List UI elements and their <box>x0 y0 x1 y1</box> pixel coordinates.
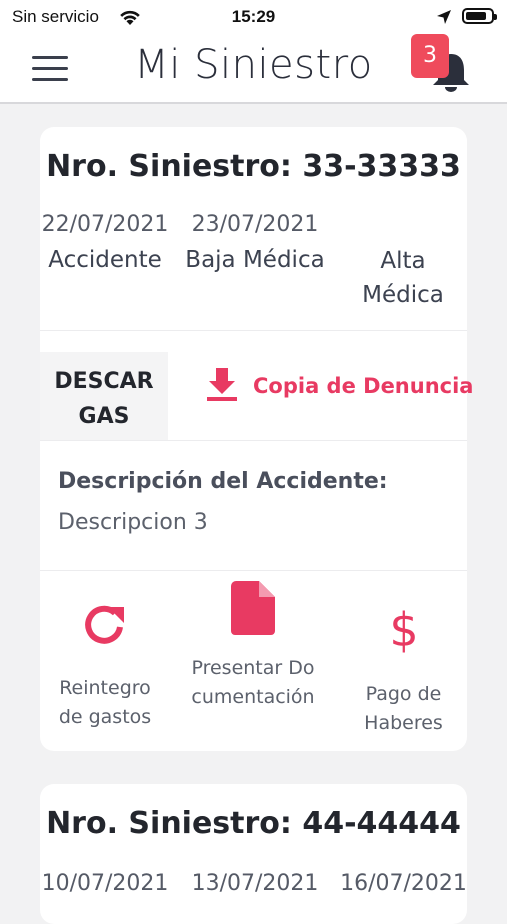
refresh-icon <box>40 603 170 656</box>
clock: 15:29 <box>231 7 276 26</box>
medical-discharge-date: 16/07/2021 <box>340 871 467 896</box>
medical-leave-date-column: 13/07/2021 <box>180 871 330 896</box>
downloads-label: DESCARGAS <box>40 352 168 440</box>
dollar-icon: $ <box>340 603 467 662</box>
downloads-label-text: DESCARGAS <box>54 369 154 429</box>
divider <box>40 440 467 441</box>
svg-text:$: $ <box>389 603 418 653</box>
claim-dates: 22/07/2021 Accidente 23/07/2021 Baja Méd… <box>40 212 467 312</box>
accident-label: Accidente <box>48 247 162 273</box>
claim-card: Nro. Siniestro: 33-33333 22/07/2021 Acci… <box>40 127 473 751</box>
medical-discharge-date <box>340 212 467 238</box>
reimbursement-label: Reintegro de gastos <box>58 677 152 728</box>
download-icon <box>205 366 239 406</box>
submit-documentation-button[interactable]: Presentar Documentación <box>188 581 318 712</box>
accident-date-column: 10/07/2021 <box>40 871 170 896</box>
salary-payment-label: Pago de Haberes <box>364 683 443 734</box>
claim-number: Nro. Siniestro: 44-44444 <box>46 806 461 841</box>
notification-badge[interactable]: 3 <box>411 34 449 78</box>
medical-leave-date: 23/07/2021 <box>191 212 319 237</box>
status-bar: Sin servicio 15:29 <box>0 0 507 34</box>
accident-date: 22/07/2021 <box>41 212 169 237</box>
document-icon <box>188 581 318 644</box>
claim-number: Nro. Siniestro: 33-33333 <box>46 149 461 184</box>
description-text: Descripcion 3 <box>58 510 208 535</box>
description-title: Descripción del Accidente: <box>58 469 388 494</box>
submit-documentation-label: Presentar Documentación <box>191 657 315 708</box>
medical-discharge-label: Alta Médica <box>362 248 444 308</box>
download-complaint-link[interactable]: Copia de Denuncia <box>205 366 473 406</box>
claim-dates: 10/07/2021 13/07/2021 16/07/2021 <box>40 871 467 911</box>
medical-leave-date-column: 23/07/2021 Baja Médica <box>180 212 330 277</box>
downloads-section: DESCARGAS Copia de Denuncia <box>40 332 473 440</box>
medical-discharge-date-column: 16/07/2021 <box>340 871 467 896</box>
divider <box>40 330 467 331</box>
medical-leave-date: 13/07/2021 <box>191 871 319 896</box>
divider <box>40 570 467 571</box>
claim-card: Nro. Siniestro: 44-44444 10/07/2021 13/0… <box>40 784 467 924</box>
accident-date: 10/07/2021 <box>41 871 169 896</box>
salary-payment-button[interactable]: $ Pago de Haberes <box>340 603 467 738</box>
medical-discharge-date-column: Alta Médica <box>340 212 467 312</box>
claim-actions: Reintegro de gastos Presentar Documentac… <box>40 575 467 745</box>
medical-leave-label: Baja Médica <box>185 247 325 273</box>
reimbursement-button[interactable]: Reintegro de gastos <box>40 603 170 732</box>
accident-date-column: 22/07/2021 Accidente <box>40 212 170 277</box>
battery-icon <box>462 8 497 24</box>
download-complaint-label: Copia de Denuncia <box>253 374 474 398</box>
accident-description: Descripción del Accidente: Descripcion 3 <box>58 469 458 535</box>
app-header: Mi Siniestro 3 <box>0 34 507 104</box>
location-arrow-icon <box>436 9 452 30</box>
